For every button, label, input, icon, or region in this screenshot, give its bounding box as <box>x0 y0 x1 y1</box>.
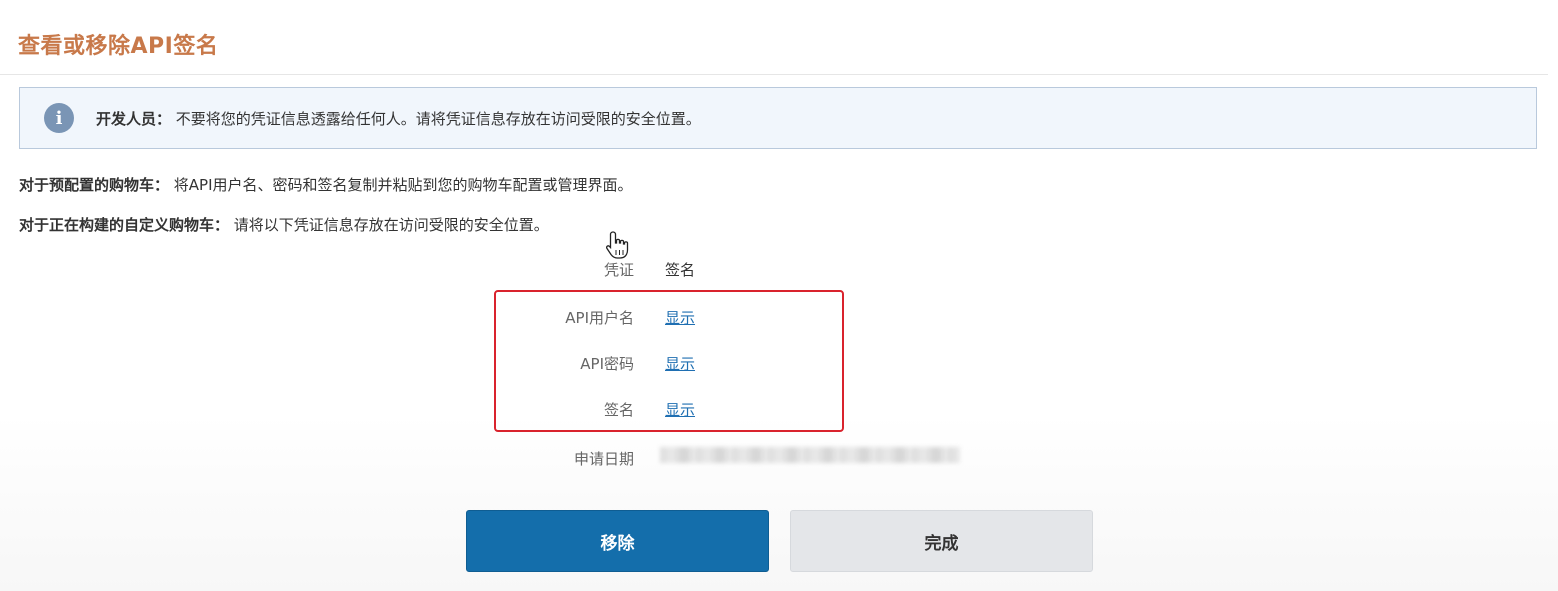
preconfigured-cart-instruction: 对于预配置的购物车： 将API用户名、密码和签名复制并粘贴到您的购物车配置或管理… <box>19 174 633 195</box>
done-button[interactable]: 完成 <box>790 510 1093 572</box>
notice-label: 开发人员： <box>96 109 172 128</box>
developer-notice: i 开发人员： 不要将您的凭证信息透露给任何人。请将凭证信息存放在访问受限的安全… <box>19 87 1537 149</box>
notice-text: 开发人员： 不要将您的凭证信息透露给任何人。请将凭证信息存放在访问受限的安全位置… <box>96 108 701 129</box>
custom-label: 对于正在构建的自定义购物车： <box>19 216 230 234</box>
remove-button[interactable]: 移除 <box>466 510 769 572</box>
request-date-label: 申请日期 <box>573 450 634 468</box>
request-date-value-redacted <box>660 447 960 463</box>
api-signature-dialog: 查看或移除API签名 i 开发人员： 不要将您的凭证信息透露给任何人。请将凭证信… <box>0 0 1558 591</box>
dialog-title: 查看或移除API签名 <box>18 34 219 59</box>
info-icon: i <box>44 103 74 133</box>
title-divider <box>0 74 1548 75</box>
credentials-highlight-box <box>494 290 844 432</box>
credential-header: 凭证 <box>603 261 634 279</box>
hand-cursor-icon <box>606 231 629 259</box>
custom-cart-instruction: 对于正在构建的自定义购物车： 请将以下凭证信息存放在访问受限的安全位置。 <box>19 214 549 235</box>
signature-header: 签名 <box>665 261 696 279</box>
preconfigured-label: 对于预配置的购物车： <box>19 176 170 194</box>
preconfigured-text: 将API用户名、密码和签名复制并粘贴到您的购物车配置或管理界面。 <box>173 176 633 194</box>
custom-text: 请将以下凭证信息存放在访问受限的安全位置。 <box>233 216 549 234</box>
notice-message: 不要将您的凭证信息透露给任何人。请将凭证信息存放在访问受限的安全位置。 <box>175 109 701 128</box>
